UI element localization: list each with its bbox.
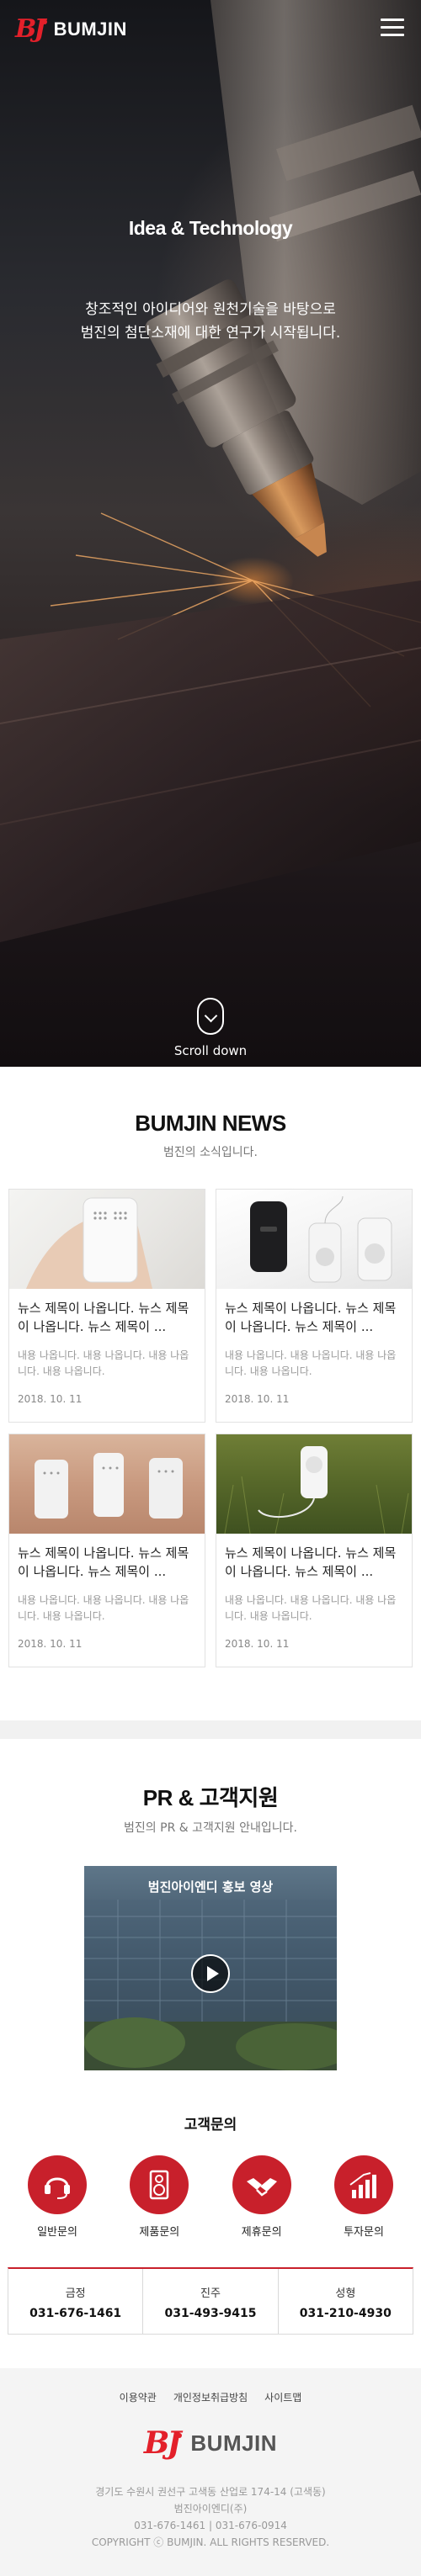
pr-section: PR & 고객지원 범진의 PR & 고객지원 안내입니다. 범진아이엔디 홍보… [0,1739,421,2368]
news-image-device-in-hand [9,1190,205,1289]
pr-subtitle: 범진의 PR & 고객지원 안내입니다. [124,1821,297,1835]
hero-subtitle: 창조적인 아이디어와 원천기술을 바탕으로 범진의 첨단소재에 대한 연구가 시… [34,298,387,345]
scroll-down-label: Scroll down [173,1043,248,1058]
news-card[interactable]: 뉴스 제목이 나옵니다. 뉴스 제목이 나옵니다. 뉴스 제목이 ... 내용 … [8,1434,205,1667]
site-footer: 이용약관 개인정보취급방침 사이트맵 BJ BUMJIN 경기도 수원시 권선구… [0,2368,421,2576]
footer-logo: BJ BUMJIN [0,2428,421,2458]
support-options: 일반문의 제품문의 제휴문의 투자문의 [0,2155,421,2239]
laser-machine-illustration [0,0,421,942]
copyright: COPYRIGHT ⓒ BUMJIN. ALL RIGHTS RESERVED. [91,2536,330,2548]
logo-text: BUMJIN [53,19,127,40]
top-bar: BJ BUMJIN [0,0,421,59]
news-image-hands-holding-devices [9,1434,205,1534]
logo-mark: BJ [15,14,46,44]
menu-bar [381,34,404,36]
support-item-product[interactable]: 제품문의 [120,2155,198,2239]
news-card-text: 내용 나옵니다. 내용 나옵니다. 내용 나옵니다. 내용 나옵니다. [225,1594,397,1622]
company-fax: 031-676-0914 [215,2520,287,2531]
contact-separator: | [208,2520,216,2531]
phone-city: 금정 [65,2287,86,2300]
section-divider [0,1720,421,1739]
footer-link-sitemap[interactable]: 사이트맵 [264,2390,301,2404]
news-image-device-on-grass [216,1434,412,1534]
news-card-title: 뉴스 제목이 나옵니다. 뉴스 제목이 나옵니다. 뉴스 제목이 ... [18,1545,189,1579]
logo-text: BUMJIN [190,2430,278,2456]
news-card-date: 2018. 10. 11 [225,1393,290,1405]
support-item-label: 제휴문의 [241,2226,282,2239]
company-contacts: 031-676-1461 | 031-676-0914 [0,2517,421,2534]
news-card-title: 뉴스 제목이 나옵니다. 뉴스 제목이 나옵니다. 뉴스 제목이 ... [18,1301,189,1334]
news-card-date: 2018. 10. 11 [18,1393,83,1405]
phone-cell[interactable]: 진주 031-493-9415 [143,2269,279,2334]
support-item-label: 일반문의 [37,2226,77,2239]
phone-number: 031-210-4930 [299,2307,392,2320]
news-title: BUMJIN NEWS [135,1110,286,1136]
support-item-partnership[interactable]: 제휴문의 [223,2155,301,2239]
news-subtitle: 범진의 소식입니다. [163,1146,258,1159]
menu-bar [381,19,404,21]
news-card-text: 내용 나옵니다. 내용 나옵니다. 내용 나옵니다. 내용 나옵니다. [18,1349,189,1377]
hero-section: BJ BUMJIN Idea & Technology 창조적인 아이디어와 원… [0,0,421,1067]
chevron-down-icon [204,1009,218,1023]
support-item-label: 투자문의 [344,2226,384,2239]
company-tel: 031-676-1461 [134,2520,206,2531]
footer-link-privacy[interactable]: 개인정보취급방침 [173,2390,248,2404]
hero-subtitle-line: 창조적인 아이디어와 원천기술을 바탕으로 [85,301,336,318]
phone-cell[interactable]: 금정 031-676-1461 [8,2269,144,2334]
news-card-title: 뉴스 제목이 나옵니다. 뉴스 제목이 나옵니다. 뉴스 제목이 ... [225,1545,397,1579]
news-card-text: 내용 나옵니다. 내용 나옵니다. 내용 나옵니다. 내용 나옵니다. [225,1349,397,1377]
growth-chart-icon [333,2155,393,2214]
logo-dot [177,2433,183,2438]
news-card[interactable]: 뉴스 제목이 나옵니다. 뉴스 제목이 나옵니다. 뉴스 제목이 ... 내용 … [8,1189,205,1423]
phone-cell[interactable]: 성형 031-210-4930 [279,2269,413,2334]
footer-link-terms[interactable]: 이용약관 [120,2390,157,2404]
phone-city: 진주 [200,2287,221,2300]
support-item-investment[interactable]: 투자문의 [325,2155,402,2239]
site-logo[interactable]: BJ BUMJIN [15,17,127,42]
company-info: 경기도 수원시 권선구 고색동 산업로 174-14 (고색동) 범진아이엔디(… [0,2483,421,2551]
company-name: 범진아이엔디(주) [173,2503,248,2515]
company-address: 경기도 수원시 권선구 고색동 산업로 174-14 (고색동) [95,2486,326,2498]
footer-links: 이용약관 개인정보취급방침 사이트맵 [0,2390,421,2404]
news-grid: 뉴스 제목이 나옵니다. 뉴스 제목이 나옵니다. 뉴스 제목이 ... 내용 … [8,1189,413,1678]
handshake-icon [232,2155,291,2214]
branch-phone-table: 금정 031-676-1461 진주 031-493-9415 성형 031-2… [8,2267,413,2335]
scroll-down-button[interactable] [197,998,224,1035]
news-card[interactable]: 뉴스 제목이 나옵니다. 뉴스 제목이 나옵니다. 뉴스 제목이 ... 내용 … [216,1189,413,1423]
support-title: 고객문의 [184,2117,237,2133]
speaker-icon [130,2155,189,2214]
logo-dot [41,19,47,24]
support-item-label: 제품문의 [139,2226,180,2239]
news-card-date: 2018. 10. 11 [18,1638,83,1650]
phone-number: 031-493-9415 [164,2307,257,2320]
promo-video-player[interactable]: 범진아이엔디 홍보 영상 [84,1866,337,2070]
news-image-devices [216,1190,412,1289]
headset-icon [28,2155,87,2214]
news-card-title: 뉴스 제목이 나옵니다. 뉴스 제목이 나옵니다. 뉴스 제목이 ... [225,1301,397,1334]
hero-title: Idea & Technology [128,217,293,239]
hamburger-menu-icon[interactable] [381,19,404,39]
pr-title: PR & 고객지원 [142,1785,279,1810]
phone-number: 031-676-1461 [29,2307,122,2320]
phone-city: 성형 [335,2287,356,2300]
news-card[interactable]: 뉴스 제목이 나옵니다. 뉴스 제목이 나옵니다. 뉴스 제목이 ... 내용 … [216,1434,413,1667]
video-title: 범진아이엔디 홍보 영상 [147,1879,274,1895]
news-card-date: 2018. 10. 11 [225,1638,290,1650]
logo-mark: BJ [143,2425,182,2461]
support-item-general[interactable]: 일반문의 [19,2155,96,2239]
news-section: BUMJIN NEWS 범진의 소식입니다. 뉴스 제목이 나옵니다. 뉴스 제… [0,1067,421,1720]
news-card-text: 내용 나옵니다. 내용 나옵니다. 내용 나옵니다. 내용 나옵니다. [18,1594,189,1622]
play-icon[interactable] [191,1954,230,1993]
menu-bar [381,26,404,29]
hero-subtitle-line: 범진의 첨단소재에 대한 연구가 시작됩니다. [80,325,341,342]
